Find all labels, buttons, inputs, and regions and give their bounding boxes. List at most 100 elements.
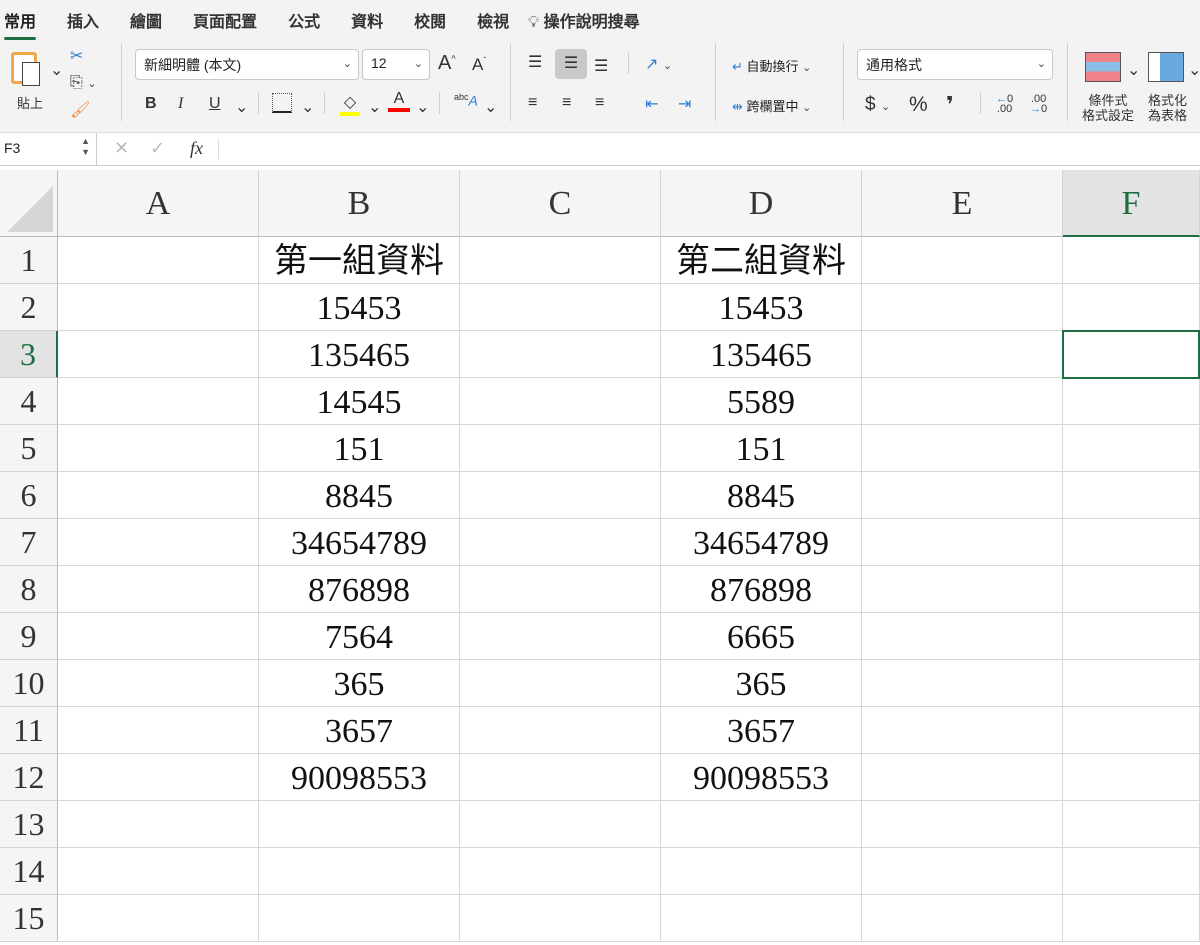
tab-7[interactable]: 檢視 [477,8,509,32]
cell-A9[interactable] [58,613,259,660]
cell-C13[interactable] [460,801,661,848]
cell-F2[interactable] [1063,284,1200,331]
column-header-A[interactable]: A [58,170,259,237]
decrease-decimal-icon[interactable]: .00 →0 [1030,94,1047,115]
tab-4[interactable]: 公式 [288,8,320,32]
cell-C10[interactable] [460,660,661,707]
align-middle-icon[interactable]: ☰ [555,49,587,79]
cell-F12[interactable] [1063,754,1200,801]
cell-C3[interactable] [460,331,661,378]
cell-F1[interactable] [1063,237,1200,284]
cell-D13[interactable] [661,801,862,848]
select-all-button[interactable] [0,170,58,237]
cell-B1[interactable]: 第一組資料 [259,237,460,284]
cell-C8[interactable] [460,566,661,613]
tab-0[interactable]: 常用 [4,8,37,40]
decrease-font-icon[interactable]: Aˇ [472,55,486,75]
cell-F7[interactable] [1063,519,1200,566]
increase-decimal-icon[interactable]: ←0.00 [996,94,1013,115]
merge-center-button[interactable]: ⇹ 跨欄置中 ⌄ [732,96,811,115]
cell-C6[interactable] [460,472,661,519]
column-header-B[interactable]: B [259,170,460,237]
cell-C7[interactable] [460,519,661,566]
cell-B9[interactable]: 7564 [259,613,460,660]
cell-C11[interactable] [460,707,661,754]
row-header-14[interactable]: 14 [0,848,58,895]
cell-E10[interactable] [862,660,1063,707]
cell-A2[interactable] [58,284,259,331]
fill-color-button[interactable]: ◇ [340,92,360,116]
orientation-icon[interactable]: ↗ ⌄ [645,54,672,74]
cell-E7[interactable] [862,519,1063,566]
borders-dropdown-icon[interactable]: ⌄ [301,97,314,117]
borders-icon[interactable] [272,93,292,113]
column-header-F[interactable]: F [1063,170,1200,237]
tab-3[interactable]: 頁面配置 [193,8,257,32]
tab-5[interactable]: 資料 [351,8,383,32]
cell-D3[interactable]: 135465 [661,331,862,378]
comma-button[interactable]: ❜ [946,92,954,118]
cell-A10[interactable] [58,660,259,707]
name-box[interactable]: F3 ▲ ▼ [0,133,97,165]
increase-indent-icon[interactable]: ⇥ [678,94,691,114]
cell-F13[interactable] [1063,801,1200,848]
increase-font-icon[interactable]: A^ [438,52,456,75]
cell-A7[interactable] [58,519,259,566]
cell-D15[interactable] [661,895,862,942]
row-header-8[interactable]: 8 [0,566,58,613]
cell-F4[interactable] [1063,378,1200,425]
cell-D10[interactable]: 365 [661,660,862,707]
cell-B10[interactable]: 365 [259,660,460,707]
cell-A6[interactable] [58,472,259,519]
row-header-15[interactable]: 15 [0,895,58,942]
font-size-select[interactable]: 12 ⌄ [362,49,430,80]
cell-E4[interactable] [862,378,1063,425]
cell-C15[interactable] [460,895,661,942]
phonetic-icon[interactable]: abcA [454,92,478,109]
cell-D7[interactable]: 34654789 [661,519,862,566]
cell-B15[interactable] [259,895,460,942]
cell-A5[interactable] [58,425,259,472]
cell-F11[interactable] [1063,707,1200,754]
cell-A8[interactable] [58,566,259,613]
cell-C9[interactable] [460,613,661,660]
align-center-icon[interactable]: ≡ [562,94,571,112]
format-table-dropdown-icon[interactable]: ⌄ [1188,60,1200,80]
currency-button[interactable]: $ ⌄ [865,94,890,116]
underline-button[interactable]: U [209,95,221,113]
tab-2[interactable]: 繪圖 [130,8,162,32]
cell-E9[interactable] [862,613,1063,660]
cell-B5[interactable]: 151 [259,425,460,472]
cell-C1[interactable] [460,237,661,284]
cell-B8[interactable]: 876898 [259,566,460,613]
row-header-6[interactable]: 6 [0,472,58,519]
align-right-icon[interactable]: ≡ [595,94,604,112]
cell-D2[interactable]: 15453 [661,284,862,331]
row-header-13[interactable]: 13 [0,801,58,848]
row-header-7[interactable]: 7 [0,519,58,566]
row-header-4[interactable]: 4 [0,378,58,425]
cell-B12[interactable]: 90098553 [259,754,460,801]
align-bottom-icon[interactable]: ☰ [594,56,608,76]
cell-B6[interactable]: 8845 [259,472,460,519]
cell-D5[interactable]: 151 [661,425,862,472]
cell-D14[interactable] [661,848,862,895]
cell-A3[interactable] [58,331,259,378]
cancel-icon[interactable]: ✕ [114,138,129,159]
cell-A1[interactable] [58,237,259,284]
cell-E13[interactable] [862,801,1063,848]
conditional-format-label[interactable]: 條件式 格式設定 [1082,93,1134,123]
cell-E15[interactable] [862,895,1063,942]
cell-B14[interactable] [259,848,460,895]
font-name-select[interactable]: 新細明體 (本文) ⌄ [135,49,359,80]
bold-button[interactable]: B [145,95,157,113]
cell-B2[interactable]: 15453 [259,284,460,331]
cell-A15[interactable] [58,895,259,942]
insert-function-button[interactable]: fx [190,138,203,159]
cell-E2[interactable] [862,284,1063,331]
cell-A4[interactable] [58,378,259,425]
cell-F5[interactable] [1063,425,1200,472]
cell-A12[interactable] [58,754,259,801]
cell-B7[interactable]: 34654789 [259,519,460,566]
row-header-11[interactable]: 11 [0,707,58,754]
